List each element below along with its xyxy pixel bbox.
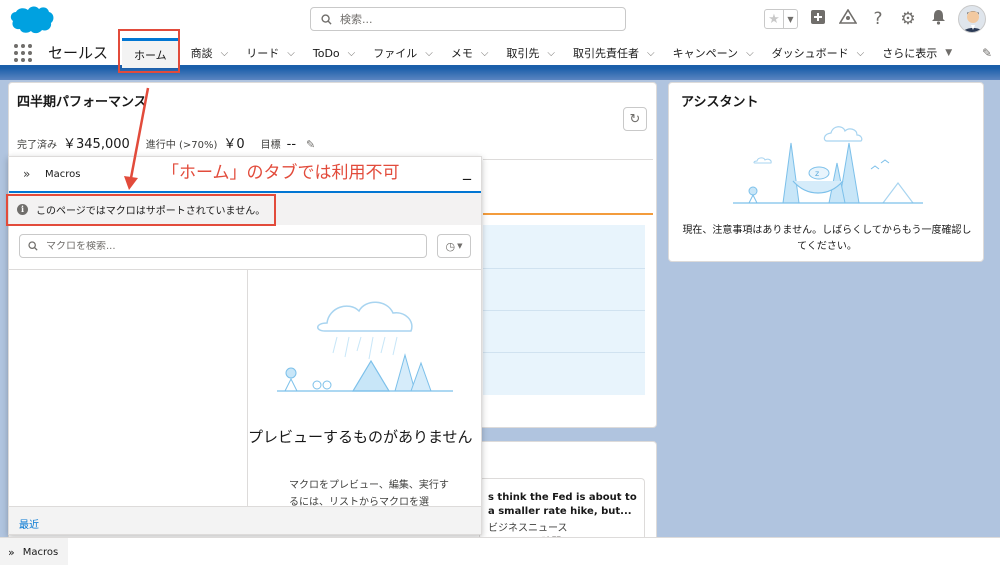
caret-down-icon[interactable]: ▼ — [945, 48, 952, 58]
news-headline[interactable]: s think the Fed is about to a smaller ra… — [488, 491, 644, 519]
macro-search-input[interactable] — [46, 240, 416, 252]
card-title: アシスタント — [681, 95, 759, 110]
rain-camp-illustration — [277, 301, 453, 392]
global-search[interactable] — [310, 7, 626, 31]
macros-panel-footer: 最近 — [9, 506, 481, 534]
utility-item-macros[interactable]: » Macros — [0, 538, 68, 565]
nav-items: ホーム 商談 ⌵ リード ⌵ ToDo ⌵ ファイル ⌵ メモ ⌵ 取引先 ⌵ 取引先責任者… — [122, 38, 952, 68]
macros-panel-title: Macros — [45, 169, 81, 180]
utility-item-label: Macros — [22, 546, 59, 558]
hammock-illustration: z — [733, 126, 923, 204]
nav-tab-campaigns[interactable]: キャンペーン ⌵ — [661, 38, 760, 68]
search-icon — [321, 13, 332, 25]
utility-bar: » Macros — [0, 537, 1000, 565]
chart-target-line — [483, 213, 653, 215]
search-icon — [28, 241, 38, 251]
nav-tab-opportunities[interactable]: 商談 ⌵ — [179, 38, 235, 68]
open-label: 進行中 (>70%) — [145, 140, 218, 151]
chart-gridline — [483, 310, 645, 311]
chart-gridline — [483, 268, 645, 269]
bell-icon[interactable] — [928, 9, 948, 30]
chevron-down-icon[interactable]: ⌵ — [857, 48, 865, 59]
divider — [247, 270, 248, 506]
clock-icon: ◷ — [445, 239, 456, 253]
trailhead-icon[interactable] — [838, 7, 858, 30]
annotation-box-notice — [6, 194, 276, 226]
nav-tab-leads[interactable]: リード ⌵ — [234, 38, 301, 68]
nav-tab-notes[interactable]: メモ ⌵ — [439, 38, 495, 68]
recent-link[interactable]: 最近 — [19, 516, 39, 531]
card-title: 四半期パフォーマンス — [17, 95, 147, 110]
salesforce-logo[interactable] — [8, 4, 56, 36]
svg-text:z: z — [815, 169, 819, 178]
gear-icon[interactable]: ⚙ — [898, 9, 918, 29]
nav-tab-dashboards[interactable]: ダッシュボード ⌵ — [760, 38, 871, 68]
star-icon[interactable]: ★ — [765, 10, 783, 28]
nav-tab-files[interactable]: ファイル ⌵ — [361, 38, 439, 68]
app-launcher-icon[interactable] — [14, 44, 32, 62]
app-name: セールス — [48, 44, 109, 62]
minimize-button[interactable]: _ — [463, 161, 471, 180]
assistant-card: アシスタント z 現在、注意事項はありません。しばらくしてからもう一度確認してく… — [668, 82, 984, 262]
divider — [9, 269, 481, 270]
performance-stats: 完了済み ￥345,000 進行中 (>70%) ￥0 目標 -- ✎ — [17, 133, 315, 152]
chevron-down-icon[interactable]: ⌵ — [425, 48, 433, 59]
annotation-text: 「ホーム」のタブでは利用不可 — [162, 163, 400, 183]
assistant-message: 現在、注意事項はありません。しばらくしてからもう一度確認してください。 — [682, 225, 972, 252]
favorites-dropdown-icon[interactable]: ▼ — [783, 10, 797, 28]
double-chevron-icon: » — [8, 545, 15, 559]
double-chevron-icon: » — [23, 167, 31, 181]
chevron-down-icon[interactable]: ⌵ — [647, 48, 655, 59]
chevron-down-icon[interactable]: ⌵ — [348, 48, 356, 59]
chart-gridline — [483, 352, 645, 353]
refresh-button[interactable]: ↻ — [623, 107, 647, 131]
favorites-group: ★ ▼ — [764, 9, 798, 29]
pencil-icon[interactable]: ✎ — [306, 138, 315, 151]
caret-down-icon: ▼ — [457, 242, 463, 250]
pencil-icon[interactable]: ✎ — [982, 46, 992, 60]
help-icon[interactable]: ? — [868, 9, 888, 29]
performance-chart — [483, 159, 653, 395]
chevron-down-icon[interactable]: ⌵ — [746, 48, 754, 59]
user-avatar[interactable] — [958, 5, 986, 33]
global-actions-icon[interactable] — [808, 9, 828, 30]
closed-value: ￥345,000 — [63, 137, 130, 152]
chevron-down-icon[interactable]: ⌵ — [481, 48, 489, 59]
open-value: ￥0 — [223, 137, 245, 152]
refresh-icon: ↻ — [629, 111, 641, 127]
global-search-input[interactable] — [340, 12, 610, 26]
goal-value: -- — [286, 137, 297, 152]
header-icons: ★ ▼ ? ⚙ — [764, 4, 986, 34]
annotation-box-home-tab — [118, 29, 180, 73]
chevron-down-icon[interactable]: ⌵ — [547, 48, 555, 59]
recent-macros-button[interactable]: ◷ ▼ — [437, 234, 471, 258]
nav-tab-contacts[interactable]: 取引先責任者 ⌵ — [561, 38, 661, 68]
goal-label: 目標 — [260, 140, 281, 151]
macro-search[interactable] — [19, 234, 427, 258]
nav-tab-accounts[interactable]: 取引先 ⌵ — [494, 38, 561, 68]
nav-tab-more[interactable]: さらに表示 ▼ — [870, 38, 952, 68]
chevron-down-icon[interactable]: ⌵ — [287, 48, 295, 59]
nav-tab-todo[interactable]: ToDo ⌵ — [301, 38, 361, 68]
news-source: ビジネスニュース — [488, 523, 568, 534]
closed-label: 完了済み — [17, 140, 57, 151]
chevron-down-icon[interactable]: ⌵ — [221, 48, 229, 59]
preview-empty-title: プレビューするものがありません — [248, 428, 473, 446]
